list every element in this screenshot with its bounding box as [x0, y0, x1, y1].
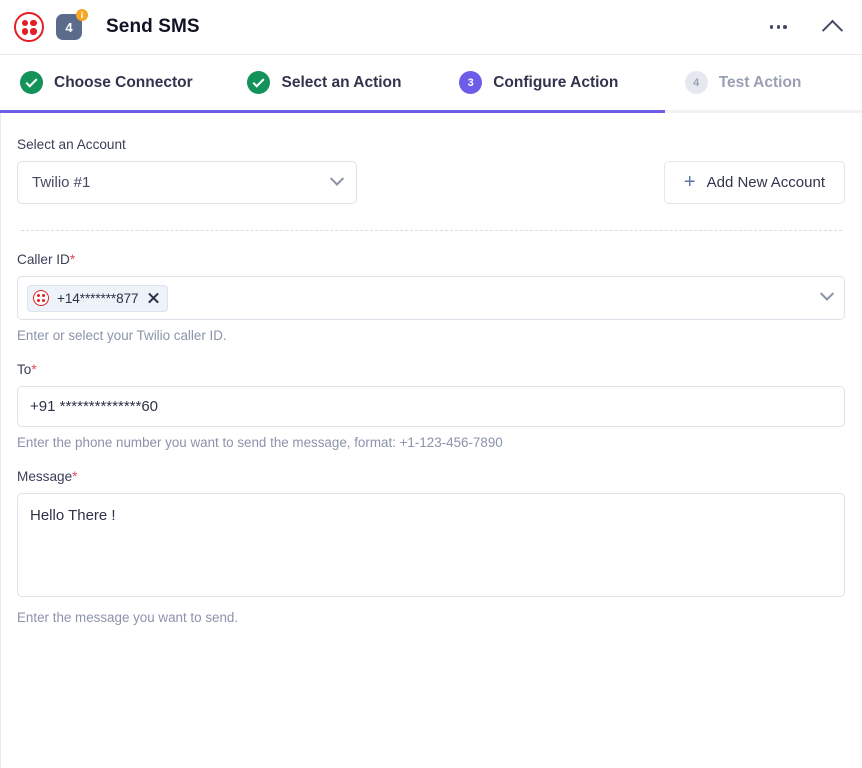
field-caller-id: Caller ID* +14*******877 Enter or select… [17, 252, 845, 343]
chevron-down-icon [329, 171, 345, 186]
stepper-items: Choose Connector Select an Action 3 Conf… [0, 55, 862, 110]
add-new-account-label: Add New Account [706, 174, 825, 191]
close-icon[interactable] [147, 292, 160, 305]
twilio-dots [21, 19, 37, 35]
window-header: 4 i Send SMS [0, 0, 862, 55]
stepper-label-configure-action: Configure Action [493, 73, 619, 91]
to-label: To* [17, 362, 845, 377]
message-textarea[interactable] [17, 493, 845, 597]
step-number-badge: 3 [459, 71, 483, 94]
collapse-button[interactable] [821, 16, 844, 41]
step-status-done-icon [20, 71, 43, 94]
account-select[interactable]: Twilio #1 [17, 161, 357, 204]
header-actions [766, 16, 844, 41]
account-label: Select an Account [17, 137, 126, 152]
caller-id-chip[interactable]: +14*******877 [27, 284, 169, 312]
twilio-logo-icon [33, 290, 49, 306]
ellipsis-icon [769, 25, 787, 29]
caller-id-chip-value: +14*******877 [57, 290, 139, 306]
step-status-done-icon [247, 71, 271, 94]
caller-id-label: Caller ID* [17, 252, 845, 267]
account-selected-value: Twilio #1 [32, 174, 91, 191]
to-input[interactable] [17, 386, 845, 427]
stepper-item-select-an-action[interactable]: Select an Action [247, 71, 459, 94]
message-label-text: Message [17, 469, 73, 484]
field-to: To* Enter the phone number you want to s… [17, 362, 845, 450]
chevron-down-icon[interactable] [819, 286, 835, 301]
stepper-label-test-action: Test Action [718, 73, 802, 91]
add-new-account-button[interactable]: + Add New Account [663, 161, 845, 204]
step-count-label: 4 [65, 19, 73, 35]
required-marker: * [72, 469, 78, 484]
page-title: Send SMS [106, 16, 200, 37]
configure-action-panel: Select an Account Twilio #1 + Add New Ac… [0, 113, 862, 768]
wizard-stepper: Choose Connector Select an Action 3 Conf… [0, 55, 862, 113]
to-label-text: To [17, 362, 32, 377]
action-form: Caller ID* +14*******877 Enter or select… [1, 231, 862, 625]
chevron-up-icon [821, 19, 844, 41]
caller-id-input[interactable]: +14*******877 [17, 276, 845, 320]
info-badge-icon: i [76, 9, 88, 21]
step-number-badge: 4 [684, 71, 708, 94]
caller-id-label-text: Caller ID [17, 252, 70, 267]
required-marker: * [69, 252, 76, 267]
message-hint: Enter the message you want to send. [17, 610, 239, 625]
stepper-item-test-action[interactable]: 4 Test Action [684, 71, 862, 94]
required-marker: * [31, 362, 37, 377]
account-select-group: Select an Account Twilio #1 [17, 137, 357, 204]
stepper-label-choose-connector: Choose Connector [54, 73, 193, 91]
plus-icon: + [683, 170, 696, 193]
stepper-label-select-an-action: Select an Action [281, 73, 402, 91]
stepper-item-configure-action[interactable]: 3 Configure Action [459, 71, 685, 94]
stepper-item-choose-connector[interactable]: Choose Connector [20, 71, 247, 94]
step-count-chip: 4 i [56, 9, 88, 40]
field-message: Message* Enter the message you want to s… [17, 469, 845, 625]
twilio-logo-icon [14, 12, 44, 42]
more-options-button[interactable] [766, 21, 791, 33]
to-hint: Enter the phone number you want to send … [17, 435, 503, 450]
account-section: Select an Account Twilio #1 + Add New Ac… [1, 113, 862, 204]
message-label: Message* [17, 469, 845, 484]
caller-id-hint: Enter or select your Twilio caller ID. [17, 328, 227, 343]
